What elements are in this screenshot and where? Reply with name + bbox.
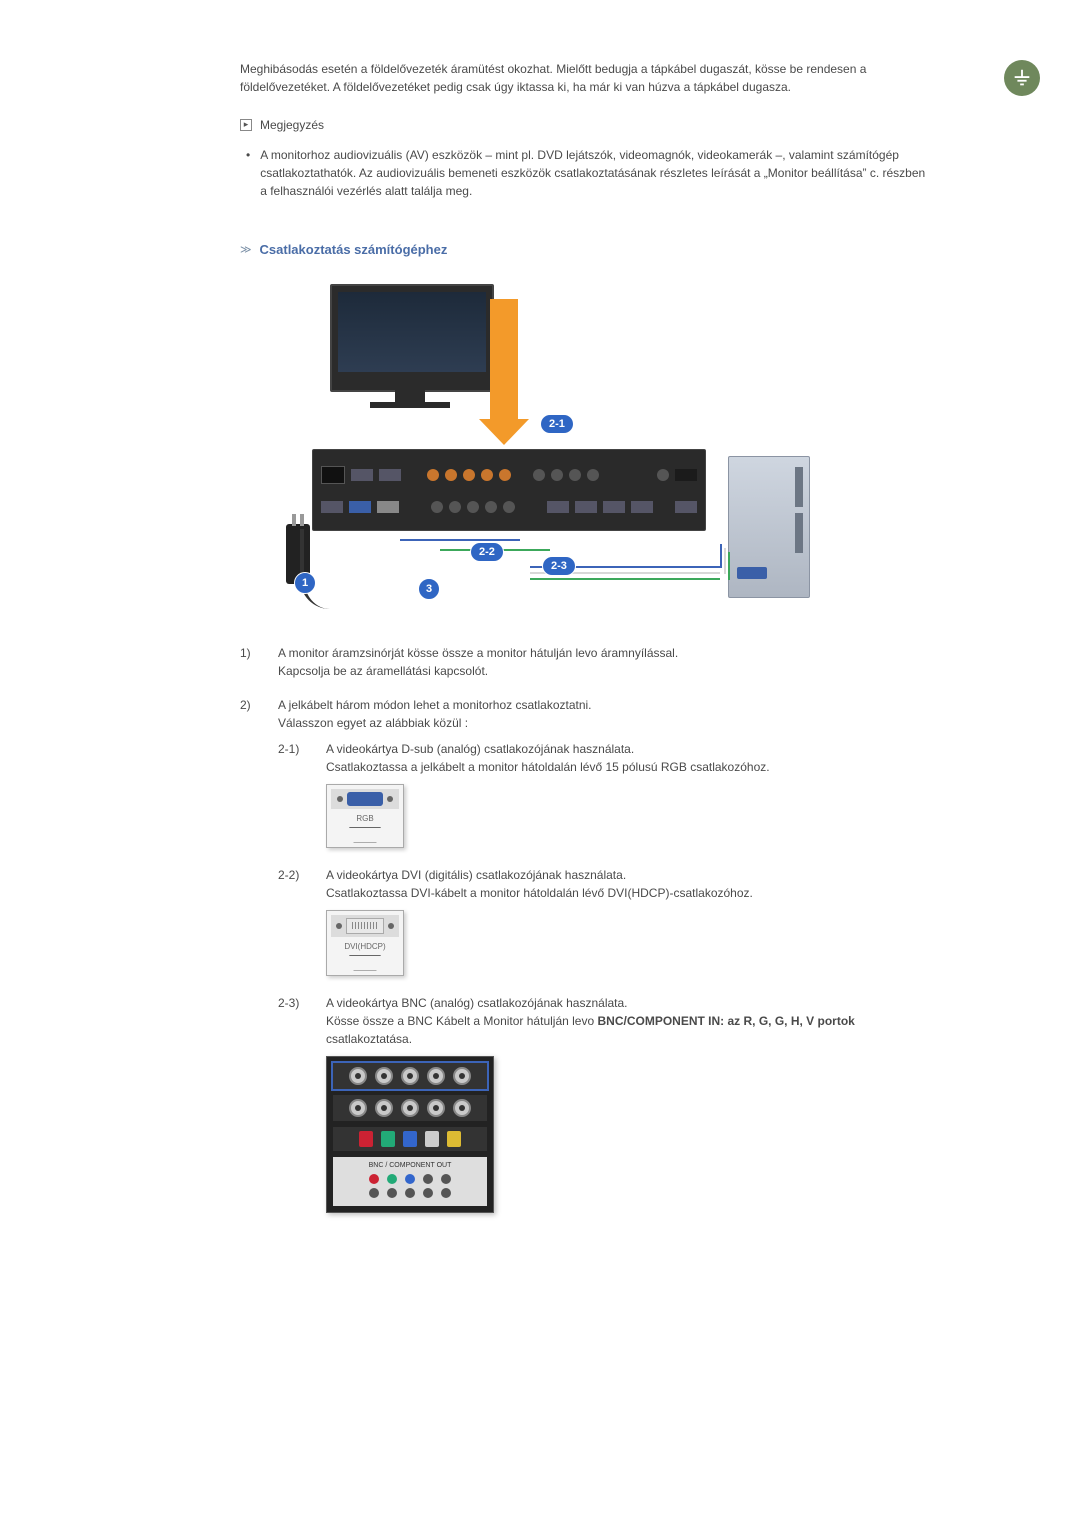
s21-line2: Csatlakoztassa a jelkábelt a monitor hát… bbox=[326, 758, 930, 776]
item1-line1: A monitor áramzsinórját kösse össze a mo… bbox=[278, 644, 678, 662]
list-item: 2-3) A videokártya BNC (analóg) csatlako… bbox=[278, 994, 930, 1214]
rgb-port-thumbnail: RGB bbox=[326, 784, 930, 848]
s23-line2: Kösse össze a BNC Kábelt a Monitor hátul… bbox=[326, 1012, 930, 1048]
bnc-in-row-icon bbox=[333, 1063, 487, 1089]
item2-line2: Válasszon egyet az alábbiak közül : bbox=[278, 714, 930, 732]
sub-instruction-list: 2-1) A videokártya D-sub (analóg) csatla… bbox=[278, 740, 930, 1214]
vga-icon bbox=[347, 792, 383, 806]
dvi-port-thumbnail: DVI(HDCP) bbox=[326, 910, 930, 976]
item-number: 2) bbox=[240, 696, 262, 1232]
ground-icon bbox=[1004, 60, 1040, 96]
rca-row-icon bbox=[333, 1127, 487, 1151]
s21-line1: A videokártya D-sub (analóg) csatlakozój… bbox=[326, 740, 930, 758]
instruction-list: 1) A monitor áramzsinórját kösse össze a… bbox=[240, 644, 930, 1232]
callout-1: 1 bbox=[294, 572, 316, 594]
pc-tower-icon bbox=[728, 456, 810, 598]
subitem-number: 2-2) bbox=[278, 866, 306, 976]
bullet-dot: • bbox=[246, 146, 250, 200]
intro-text: Meghibásodás esetén a földelővezeték ára… bbox=[240, 60, 920, 96]
subitem-number: 2-1) bbox=[278, 740, 306, 848]
subitem-number: 2-3) bbox=[278, 994, 306, 1214]
monitor-back-panel-icon bbox=[312, 449, 706, 531]
item1-line2: Kapcsolja be az áramellátási kapcsolót. bbox=[278, 662, 678, 680]
callout-3: 3 bbox=[418, 578, 440, 600]
bnc-panel-thumbnail: BNC / COMPONENT OUT bbox=[326, 1056, 930, 1214]
bnc-row-icon bbox=[333, 1095, 487, 1121]
panel-small-label: BNC / COMPONENT OUT bbox=[337, 1161, 483, 1172]
note-heading: ▸ Megjegyzés bbox=[240, 116, 930, 134]
chevron-icon: ≫ bbox=[240, 242, 252, 259]
connection-diagram: 1 3 2-1 2-2 2-3 bbox=[290, 284, 930, 614]
monitor-front-icon bbox=[330, 284, 494, 392]
intro-paragraph: Meghibásodás esetén a földelővezeték ára… bbox=[240, 60, 930, 96]
thumb-label: DVI(HDCP) bbox=[331, 941, 399, 953]
callout-2-3: 2-3 bbox=[542, 556, 576, 577]
s22-line2: Csatlakoztassa DVI-kábelt a monitor háto… bbox=[326, 884, 930, 902]
section-title: Csatlakoztatás számítógéphez bbox=[260, 240, 448, 260]
list-item: 2-1) A videokártya D-sub (analóg) csatla… bbox=[278, 740, 930, 848]
item2-line1: A jelkábelt három módon lehet a monitorh… bbox=[278, 696, 930, 714]
s23-line1: A videokártya BNC (analóg) csatlakozóján… bbox=[326, 994, 930, 1012]
note-label: Megjegyzés bbox=[260, 116, 324, 134]
list-item: 1) A monitor áramzsinórját kösse össze a… bbox=[240, 644, 930, 680]
callout-2-2: 2-2 bbox=[470, 542, 504, 563]
list-item: 2) A jelkábelt három módon lehet a monit… bbox=[240, 696, 930, 1232]
item-number: 1) bbox=[240, 644, 262, 680]
dvi-icon bbox=[346, 918, 384, 934]
note-body: • A monitorhoz audiovizuális (AV) eszköz… bbox=[246, 146, 930, 200]
note-icon: ▸ bbox=[240, 119, 252, 131]
s22-line1: A videokártya DVI (digitális) csatlakozó… bbox=[326, 866, 930, 884]
list-item: 2-2) A videokártya DVI (digitális) csatl… bbox=[278, 866, 930, 976]
arrow-down-icon bbox=[490, 299, 518, 424]
thumb-label: RGB bbox=[331, 813, 399, 825]
component-out-icon: BNC / COMPONENT OUT bbox=[333, 1157, 487, 1207]
callout-2-1: 2-1 bbox=[540, 414, 574, 435]
section-heading: ≫ Csatlakoztatás számítógéphez bbox=[240, 240, 930, 260]
note-text: A monitorhoz audiovizuális (AV) eszközök… bbox=[260, 146, 930, 200]
